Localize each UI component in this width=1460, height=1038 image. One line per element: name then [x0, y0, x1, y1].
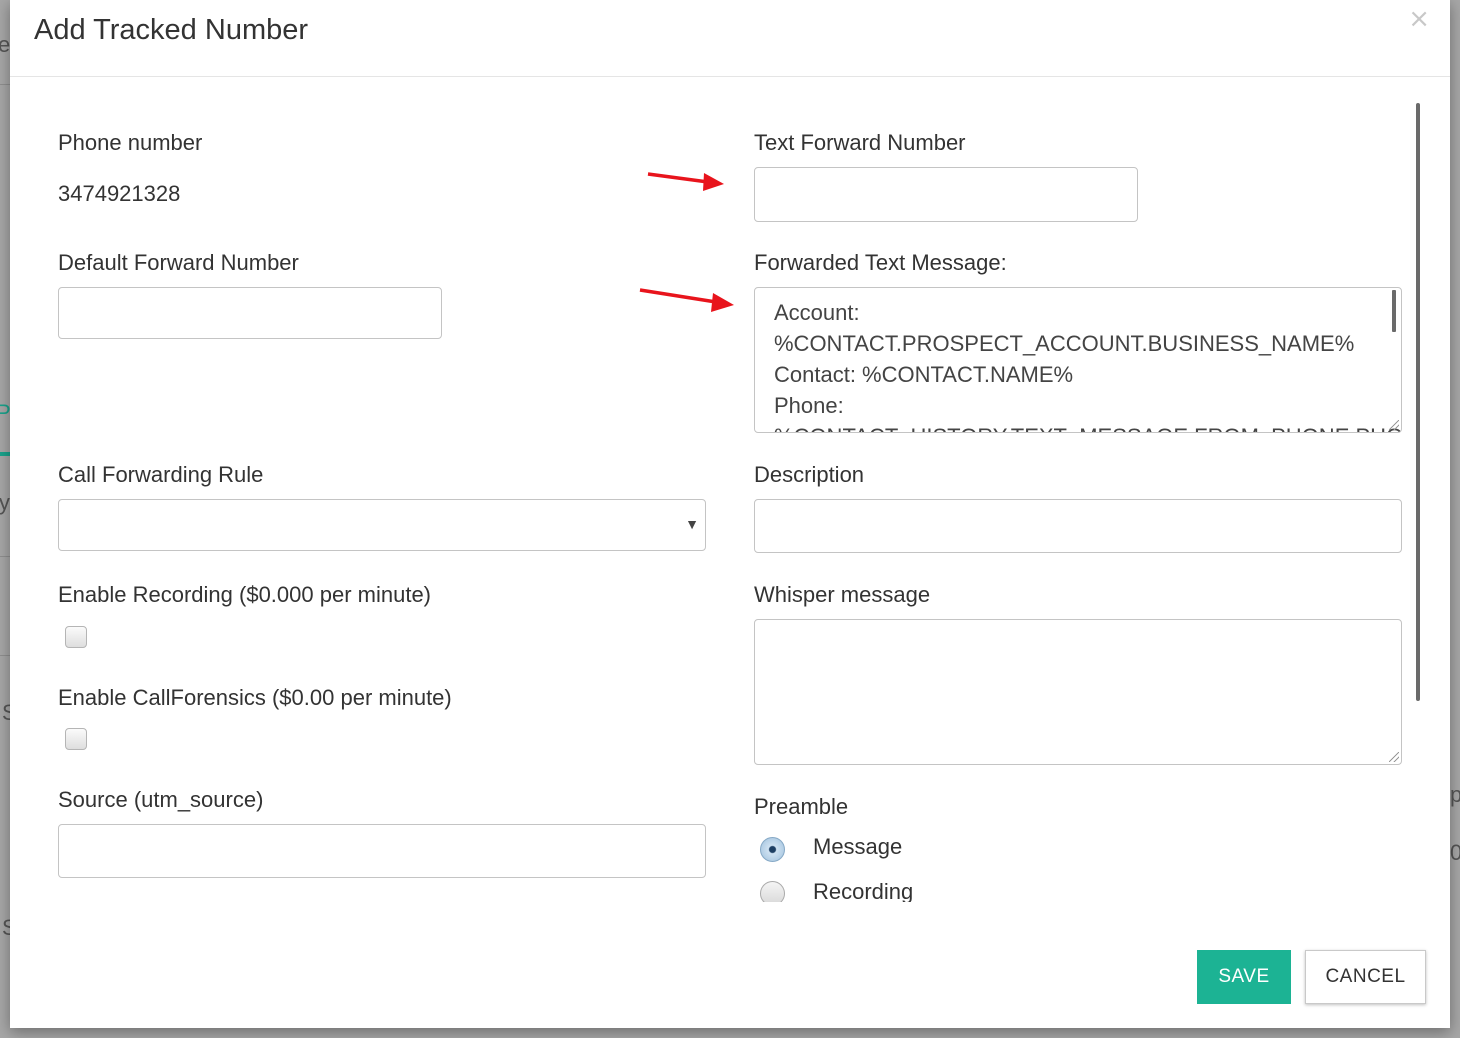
modal-header: Add Tracked Number ×: [10, 0, 1450, 77]
background-divider: [0, 655, 10, 656]
modal-body-scrollbar[interactable]: [1416, 103, 1420, 701]
forwarded-text-message-textarea[interactable]: Account: %CONTACT.PROSPECT_ACCOUNT.BUSIN…: [754, 287, 1402, 433]
background-divider: [0, 84, 10, 85]
preamble-message-label: Message: [813, 834, 903, 859]
textarea-scrollbar[interactable]: [1392, 290, 1396, 332]
default-forward-number-input[interactable]: [58, 287, 442, 339]
enable-recording-checkbox[interactable]: [65, 626, 87, 648]
description-input[interactable]: [754, 499, 1402, 553]
background-text: 0: [1450, 840, 1460, 865]
call-forwarding-rule-label: Call Forwarding Rule: [58, 462, 264, 487]
enable-callforensics-checkbox[interactable]: [65, 728, 87, 750]
source-label: Source (utm_source): [58, 787, 264, 812]
add-tracked-number-modal: Add Tracked Number × Phone number 347492…: [10, 0, 1450, 1028]
save-button[interactable]: SAVE: [1197, 950, 1291, 1004]
text-forward-number-input[interactable]: [754, 167, 1138, 222]
whisper-message-textarea[interactable]: [754, 619, 1402, 765]
annotation-arrow-icon: [647, 172, 724, 191]
background-text: p: [1450, 782, 1460, 807]
forwarded-text-line: %CONTACT_HISTORY.TEXT_MESSAGE.FROM_PHONE…: [774, 421, 1401, 432]
forwarded-text-line: Account:: [774, 300, 860, 325]
description-label: Description: [754, 462, 865, 487]
preamble-recording-label: Recording: [813, 879, 914, 902]
preamble-message-radio[interactable]: [760, 837, 785, 862]
text-forward-number-label: Text Forward Number: [754, 130, 966, 155]
enable-recording-label: Enable Recording ($0.000 per minute): [58, 582, 432, 607]
enable-callforensics-label: Enable CallForensics ($0.00 per minute): [58, 685, 452, 710]
resize-grip-icon[interactable]: [1389, 752, 1399, 762]
annotation-arrow-icon: [639, 288, 734, 312]
default-forward-number-label: Default Forward Number: [58, 250, 299, 275]
background-text: ly: [0, 490, 10, 515]
preamble-label: Preamble: [754, 794, 849, 819]
forwarded-text-message-content: Account: %CONTACT.PROSPECT_ACCOUNT.BUSIN…: [774, 297, 1401, 432]
resize-grip-icon[interactable]: [1389, 420, 1399, 430]
forwarded-text-line: Phone:: [774, 393, 844, 418]
modal-title: Add Tracked Number: [34, 14, 309, 46]
preamble-recording-clip: Recording: [754, 870, 1054, 902]
phone-number-label: Phone number: [58, 130, 203, 155]
forwarded-text-line: %CONTACT.PROSPECT_ACCOUNT.BUSINESS_NAME%: [774, 331, 1355, 356]
preamble-recording-radio[interactable]: [760, 881, 785, 902]
cancel-button[interactable]: CANCEL: [1305, 950, 1426, 1004]
whisper-message-label: Whisper message: [754, 582, 931, 607]
phone-number-value: 3474921328: [58, 181, 181, 206]
background-divider: [0, 556, 10, 557]
call-forwarding-rule-select[interactable]: ▼: [58, 499, 706, 551]
background-tab-underline: [0, 452, 10, 456]
close-button[interactable]: ×: [1408, 4, 1430, 34]
forwarded-text-message-label: Forwarded Text Message:: [754, 250, 1007, 275]
dropdown-arrow-icon: ▼: [685, 516, 699, 532]
forwarded-text-line: Contact: %CONTACT.NAME%: [774, 362, 1074, 387]
source-input[interactable]: [58, 824, 706, 878]
